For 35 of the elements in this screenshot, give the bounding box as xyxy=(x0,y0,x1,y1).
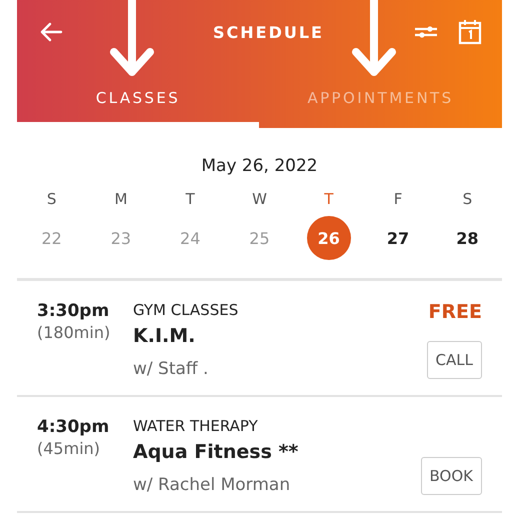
screen-title: SCHEDULE xyxy=(213,22,324,42)
start-time: 4:30pm xyxy=(37,417,110,437)
class-name: K.I.M. xyxy=(133,325,196,347)
back-icon[interactable] xyxy=(39,22,63,42)
day-button[interactable]: 23 xyxy=(98,216,143,260)
duration: (180min) xyxy=(37,323,112,342)
weekday-label: M xyxy=(114,190,128,208)
class-category: GYM CLASSES xyxy=(133,301,240,319)
weekday-label: S xyxy=(46,190,56,208)
weekday-label: F xyxy=(394,190,402,208)
class-name: Aqua Fitness ** xyxy=(133,441,300,463)
calendar-icon[interactable] xyxy=(458,19,482,45)
day-button[interactable]: 27 xyxy=(376,216,420,260)
weekday-label: S xyxy=(462,190,472,208)
day-button[interactable]: 25 xyxy=(237,216,282,260)
date-label: May 26, 2022 xyxy=(200,156,319,176)
instructor: w/ Rachel Morman xyxy=(133,475,292,495)
sliders-icon[interactable] xyxy=(414,24,438,40)
instructor: w/ Staff . xyxy=(133,359,210,379)
price-label: FREE xyxy=(428,301,482,323)
action-button[interactable]: CALL xyxy=(426,341,482,379)
day-button[interactable]: 22 xyxy=(30,216,74,260)
action-button[interactable]: BOOK xyxy=(420,457,482,495)
weekday-label: W xyxy=(252,190,267,208)
day-button[interactable]: 28 xyxy=(445,216,490,260)
tab[interactable]: CLASSES xyxy=(17,64,259,128)
day-button[interactable]: 24 xyxy=(168,216,212,260)
start-time: 3:30pm xyxy=(37,301,110,321)
annotation-arrow-icon xyxy=(352,0,396,78)
annotation-arrow-icon xyxy=(110,0,154,78)
weekday-label: T xyxy=(324,190,334,208)
duration: (45min) xyxy=(37,439,102,458)
weekday-label: T xyxy=(186,190,195,208)
day-button[interactable]: 26 xyxy=(306,216,351,260)
class-category: WATER THERAPY xyxy=(133,417,259,435)
